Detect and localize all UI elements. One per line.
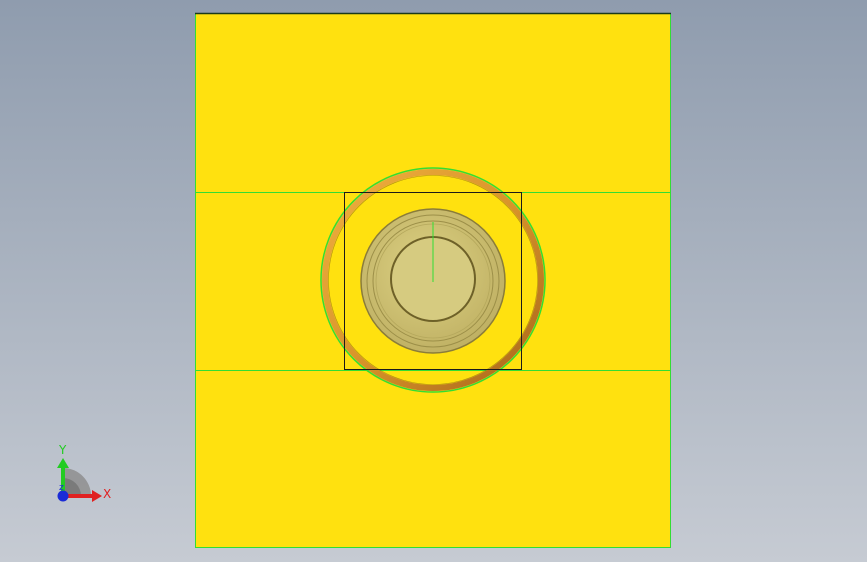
x-axis-arrowhead <box>92 490 102 502</box>
y-axis-arrowhead <box>57 458 69 468</box>
graphics-viewport[interactable] <box>0 0 867 562</box>
y-axis-label: Y <box>58 443 67 457</box>
coordinate-triad: z Y X <box>40 438 120 514</box>
x-axis-label: X <box>103 487 111 501</box>
z-axis-label-glyph: z <box>59 483 64 493</box>
